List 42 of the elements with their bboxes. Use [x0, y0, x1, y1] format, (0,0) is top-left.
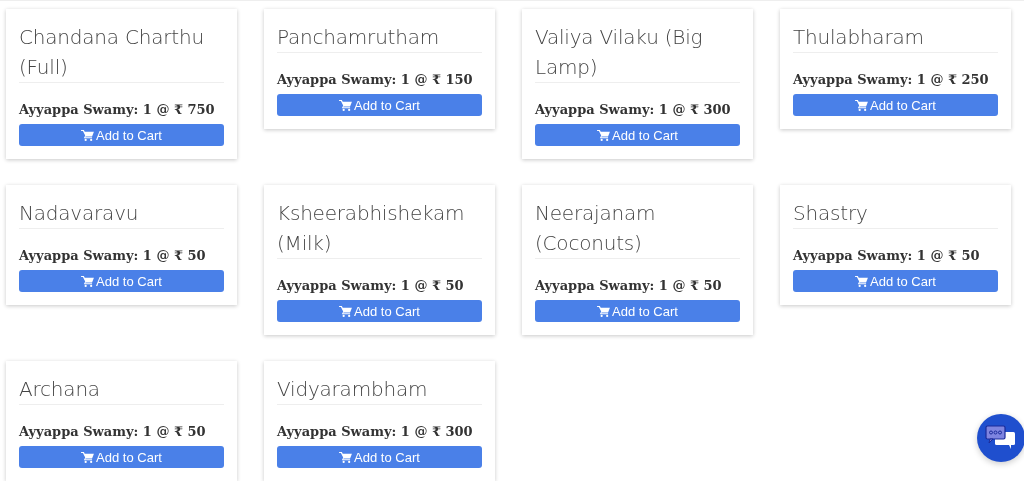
- cart-icon: [855, 275, 869, 287]
- cart-icon: [855, 99, 869, 111]
- cart-icon: [81, 275, 95, 287]
- add-to-cart-button[interactable]: Add to Cart: [277, 446, 482, 468]
- cart-icon: [597, 129, 611, 141]
- cart-icon: [339, 99, 353, 111]
- offering-title: Thulabharam: [793, 24, 925, 51]
- offering-price: Ayyappa Swamy: 1 @ ₹ 50: [19, 423, 207, 441]
- offering-price: Ayyappa Swamy: 1 @ ₹ 50: [19, 247, 207, 265]
- add-to-cart-button[interactable]: Add to Cart: [19, 446, 224, 468]
- offering-title: Ksheerabhishekam (Milk): [277, 200, 466, 257]
- offering-title: Panchamrutham: [277, 24, 441, 51]
- offering-title: Nadavaravu: [19, 200, 140, 227]
- offering-price: Ayyappa Swamy: 1 @ ₹ 250: [793, 71, 990, 89]
- chat-icon: [985, 425, 1017, 451]
- add-to-cart-button[interactable]: Add to Cart: [793, 94, 998, 116]
- offering-price: Ayyappa Swamy: 1 @ ₹ 300: [277, 423, 474, 441]
- offering-price: Ayyappa Swamy: 1 @ ₹ 750: [19, 101, 216, 119]
- offering-title: Valiya Vilaku (Big Lamp): [535, 24, 704, 81]
- cart-icon: [81, 129, 95, 141]
- add-to-cart-button[interactable]: Add to Cart: [19, 124, 224, 146]
- offering-price: Ayyappa Swamy: 1 @ ₹ 150: [277, 71, 474, 89]
- offering-title: Neerajanam (Coconuts): [535, 200, 657, 257]
- add-to-cart-button[interactable]: Add to Cart: [277, 94, 482, 116]
- offering-price: Ayyappa Swamy: 1 @ ₹ 50: [793, 247, 981, 265]
- add-to-cart-button[interactable]: Add to Cart: [535, 124, 740, 146]
- cart-icon: [597, 305, 611, 317]
- add-to-cart-button[interactable]: Add to Cart: [793, 270, 998, 292]
- add-to-cart-button[interactable]: Add to Cart: [277, 300, 482, 322]
- add-to-cart-button[interactable]: Add to Cart: [535, 300, 740, 322]
- offering-title: Chandana Charthu (Full): [19, 24, 205, 81]
- offering-title: Shastry: [793, 200, 869, 227]
- cart-icon: [81, 451, 95, 463]
- cart-icon: [339, 451, 353, 463]
- offering-price: Ayyappa Swamy: 1 @ ₹ 300: [535, 101, 732, 119]
- offering-title: Vidyarambham: [277, 376, 429, 403]
- chat-button[interactable]: [977, 414, 1024, 462]
- add-to-cart-button[interactable]: Add to Cart: [19, 270, 224, 292]
- offering-price: Ayyappa Swamy: 1 @ ₹ 50: [535, 277, 723, 295]
- offering-title: Archana: [19, 376, 101, 403]
- cart-icon: [339, 305, 353, 317]
- offering-price: Ayyappa Swamy: 1 @ ₹ 50: [277, 277, 465, 295]
